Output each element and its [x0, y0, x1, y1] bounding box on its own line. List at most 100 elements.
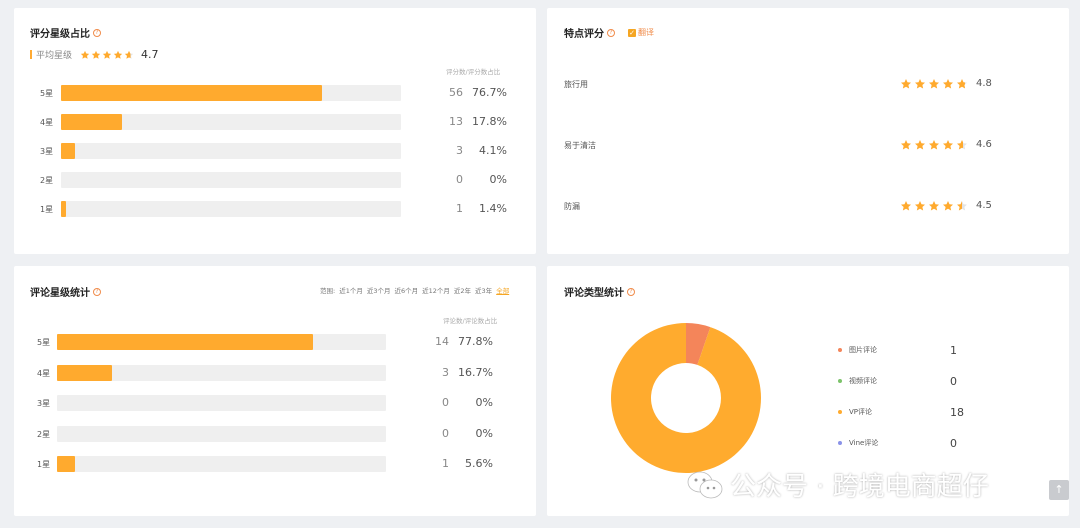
percent-value: 0%: [475, 426, 493, 440]
star-level-label: 5星: [37, 338, 51, 347]
help-icon[interactable]: ?: [93, 28, 101, 37]
star-icon: [956, 139, 968, 151]
review-stats-title: 评论星级统计 ?: [30, 284, 101, 299]
feature-row: 旅行用 4.8: [564, 76, 1044, 92]
feature-stars: [900, 139, 968, 151]
filter-option[interactable]: 近12个月: [422, 285, 450, 295]
translate-label: 翻译: [638, 28, 654, 37]
legend-dot: [838, 441, 842, 445]
filter-option[interactable]: 近6个月: [394, 285, 418, 295]
star-icon: [956, 200, 968, 212]
count-value: 1: [456, 202, 463, 215]
filter-option[interactable]: 近2年: [454, 285, 471, 295]
watermark: 公众号 · 跨境电商超仔: [686, 466, 989, 503]
rating-share-card: [14, 8, 536, 254]
review-stats-card: [14, 266, 536, 516]
percent-value: 17.8%: [472, 115, 507, 128]
bar-fill: [57, 456, 76, 472]
legend-dot: [838, 410, 842, 414]
star-level-label: 3星: [40, 147, 54, 156]
star-icon: [942, 200, 954, 212]
scroll-to-top-button[interactable]: ↑: [1049, 480, 1069, 500]
percent-value: 16.7%: [458, 365, 493, 379]
bar-track: [61, 143, 401, 159]
watermark-text: 公众号 · 跨境电商超仔: [730, 472, 989, 502]
legend-item[interactable]: VP评论 18: [838, 406, 968, 419]
legend-item[interactable]: 视频评论 0: [838, 375, 968, 388]
review-col-header: 评论数/评论数占比: [443, 317, 498, 325]
count-value: 14: [435, 335, 449, 348]
bar-track: [57, 425, 386, 442]
average-value: 4.7: [141, 48, 159, 61]
star-icon: [956, 78, 968, 90]
legend-item[interactable]: 图片评论 1: [838, 344, 968, 357]
review-type-title-text: 评论类型统计: [564, 288, 624, 299]
bar-track: [61, 114, 401, 130]
star-level-label: 4星: [40, 118, 54, 127]
bar-fill: [57, 334, 313, 350]
check-icon: ✓: [628, 28, 636, 37]
star-level-label: 1星: [37, 460, 51, 469]
help-icon[interactable]: ?: [627, 287, 635, 296]
star-icon: [80, 50, 90, 60]
star-icon: [928, 139, 940, 151]
star-level-label: 1星: [40, 205, 54, 214]
percent-value: 76.7%: [472, 86, 507, 99]
average-marker: [30, 50, 32, 59]
legend-dot: [838, 379, 842, 383]
star-icon: [942, 78, 954, 90]
star-icon: [91, 50, 101, 60]
feature-value: 4.8: [976, 78, 992, 89]
feature-rating-title: 特点评分 ? ✓ 翻译: [564, 25, 654, 40]
bar-track: [57, 334, 386, 350]
filter-option[interactable]: 近3年: [475, 285, 492, 295]
bar-fill: [61, 143, 75, 159]
feature-stars: [900, 78, 968, 90]
count-value: 0: [456, 173, 463, 186]
bar-fill: [61, 201, 66, 217]
arrow-up-icon: ↑: [1054, 483, 1064, 496]
filter-option[interactable]: 近3个月: [367, 285, 391, 295]
filter-option[interactable]: 近1个月: [339, 285, 363, 295]
filter-option[interactable]: 全部: [496, 285, 509, 295]
star-icon: [914, 78, 926, 90]
count-value: 3: [456, 144, 463, 157]
count-value: 56: [449, 86, 463, 99]
bar-track: [57, 364, 386, 381]
feature-rating-title-text: 特点评分: [564, 29, 604, 40]
rating-col-header: 评分数/评分数占比: [446, 68, 501, 76]
count-value: 1: [442, 457, 449, 470]
count-value: 0: [442, 426, 449, 440]
help-icon[interactable]: ?: [607, 28, 615, 37]
star-icon: [102, 50, 112, 60]
help-icon[interactable]: ?: [93, 287, 101, 296]
bar-track: [61, 172, 401, 188]
bar-track: [61, 85, 401, 101]
review-stats-title-text: 评论星级统计: [30, 288, 90, 299]
star-icon: [113, 50, 123, 60]
star-icon: [914, 200, 926, 212]
legend-item[interactable]: Vine评论 0: [838, 437, 968, 450]
average-label: 平均星级: [36, 51, 73, 61]
star-level-label: 2星: [37, 429, 51, 439]
star-icon: [928, 200, 940, 212]
translate-checkbox[interactable]: ✓ 翻译: [628, 27, 654, 38]
feature-value: 4.5: [976, 200, 992, 211]
donut-slice[interactable]: [611, 323, 761, 473]
feature-value: 4.6: [976, 139, 992, 150]
percent-value: 0%: [489, 173, 507, 186]
rating-share-title: 评分星级占比 ?: [30, 25, 101, 40]
bar-track: [57, 395, 386, 411]
legend-name: 图片评论: [849, 346, 877, 354]
average-rating-row: 平均星级 4.7: [30, 48, 159, 61]
star-icon: [900, 139, 912, 151]
filter-label: 范围:: [320, 287, 336, 295]
bar-track: [61, 201, 401, 217]
legend-name: VP评论: [849, 408, 873, 416]
review-type-donut-chart: [611, 323, 761, 473]
star-level-label: 2星: [40, 176, 54, 185]
review-type-title: 评论类型统计 ?: [564, 284, 635, 299]
star-level-label: 3星: [37, 399, 51, 408]
star-icon: [942, 139, 954, 151]
wechat-icon: [687, 471, 723, 498]
